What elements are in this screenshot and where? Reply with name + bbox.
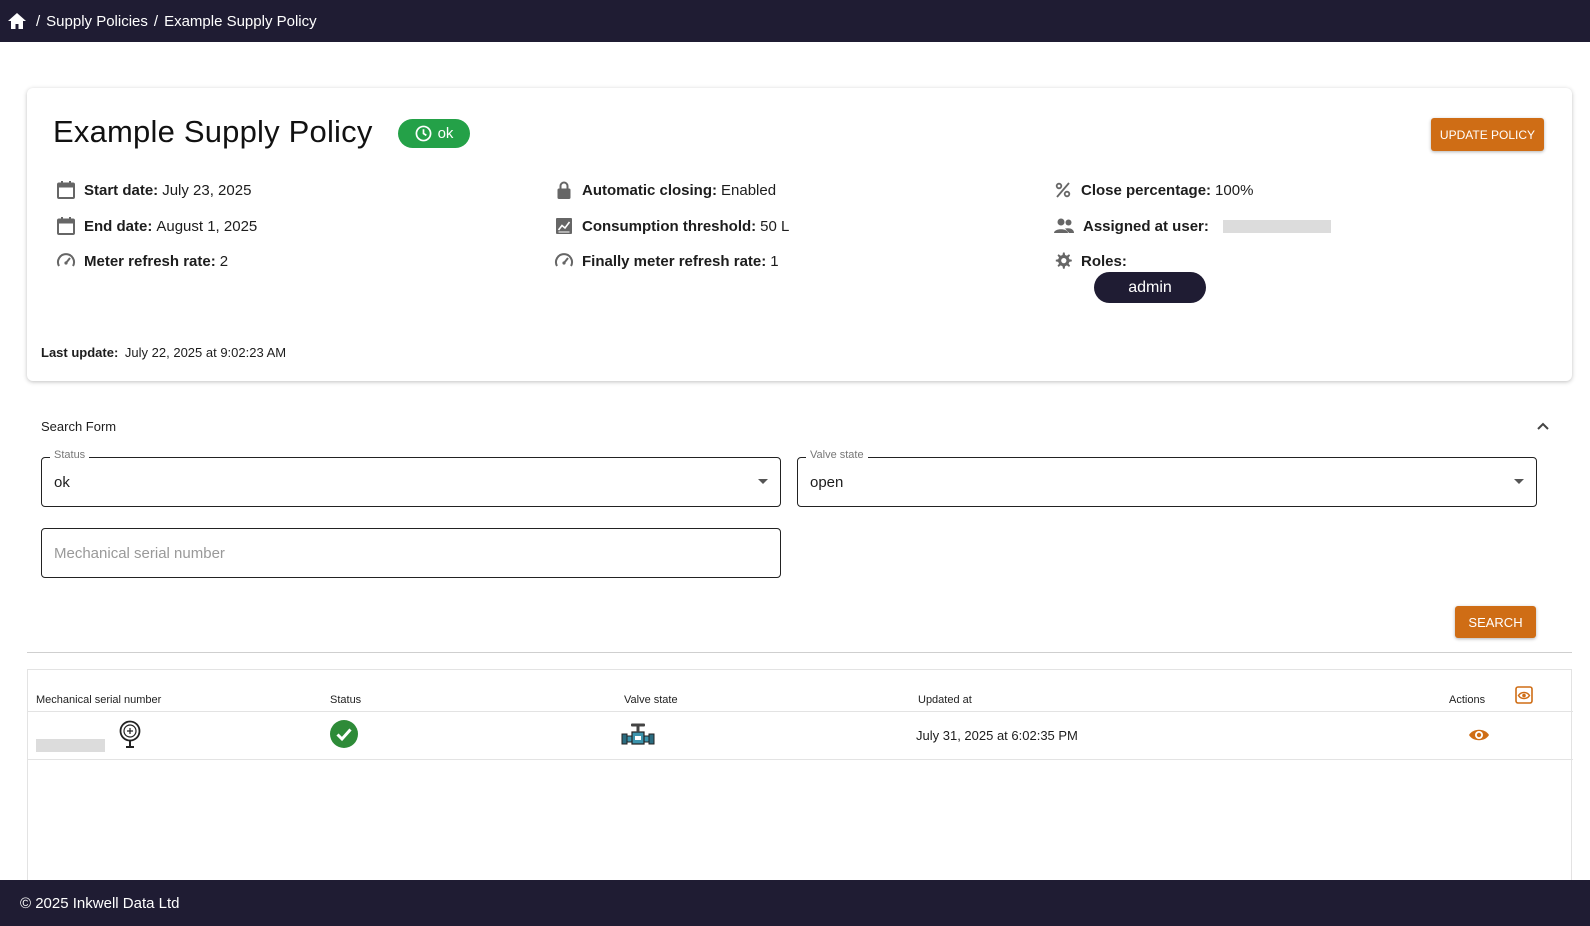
assigned-user-label: Assigned at user:: [1083, 217, 1209, 235]
home-icon[interactable]: [6, 10, 28, 32]
start-date-row: Start date: July 23, 2025: [56, 180, 251, 200]
consumption-threshold-row: Consumption threshold: 50 L: [554, 216, 789, 236]
meter-refresh-value: 2: [219, 252, 229, 270]
search-button[interactable]: SEARCH: [1455, 606, 1536, 638]
column-header-actions: Actions: [1449, 694, 1486, 706]
status-select-label: Status: [50, 449, 90, 461]
update-policy-button[interactable]: UPDATE POLICY: [1431, 118, 1544, 151]
valve-state-select-value: open: [810, 473, 844, 491]
visibility-settings-icon[interactable]: [1515, 686, 1533, 709]
policy-details-card: Example Supply Policy ok UPDATE POLICY S…: [27, 88, 1572, 381]
automatic-closing-value: Enabled: [721, 181, 777, 199]
breadcrumb-separator: /: [153, 12, 159, 30]
last-update-value: July 22, 2025 at 9:02:23 AM: [124, 345, 287, 360]
assigned-user-redacted: [1222, 219, 1331, 233]
column-header-valve-state[interactable]: Valve state: [624, 694, 678, 706]
status-badge-label: ok: [437, 125, 454, 142]
check-circle-icon: [330, 720, 358, 753]
end-date-row: End date: August 1, 2025: [56, 216, 257, 236]
page-title: Example Supply Policy: [53, 114, 373, 149]
close-percentage-value: 100%: [1215, 181, 1254, 199]
clock-icon: [415, 125, 432, 142]
meter-refresh-label: Meter refresh rate:: [84, 252, 216, 270]
view-eye-icon[interactable]: [1468, 727, 1490, 748]
status-badge: ok: [398, 119, 470, 148]
breadcrumb-separator: /: [36, 12, 41, 30]
serial-number-placeholder: Mechanical serial number: [54, 544, 225, 562]
search-form-title: Search Form: [41, 419, 117, 434]
consumption-threshold-label: Consumption threshold:: [582, 217, 757, 235]
assigned-user-row: Assigned at user:: [1053, 216, 1331, 236]
valve-icon: [621, 722, 655, 753]
lock-icon: [557, 181, 571, 199]
users-icon: [1054, 218, 1074, 233]
calendar-icon: [57, 217, 75, 235]
automatic-closing-row: Automatic closing: Enabled: [554, 180, 776, 200]
roles-label: Roles:: [1081, 252, 1127, 270]
end-date-label: End date:: [84, 217, 153, 235]
end-date-value: August 1, 2025: [156, 217, 258, 235]
close-percentage-row: Close percentage: 100%: [1053, 180, 1253, 200]
speedometer-icon: [57, 253, 75, 267]
last-update: Last update: July 22, 2025 at 9:02:23 AM: [41, 345, 286, 360]
caret-down-icon: [758, 479, 768, 484]
final-refresh-value: 1: [770, 252, 779, 270]
final-refresh-row: Finally meter refresh rate: 1: [554, 251, 779, 271]
status-select-value: ok: [54, 473, 70, 491]
serial-number-redacted: [36, 739, 105, 752]
chart-icon: [556, 218, 572, 234]
valve-state-select-label: Valve state: [806, 449, 868, 461]
valve-state-select[interactable]: Valve state open: [797, 449, 1537, 507]
automatic-closing-label: Automatic closing:: [582, 181, 718, 199]
breadcrumb-current: Example Supply Policy: [164, 12, 317, 30]
results-table: Mechanical serial number Status Valve st…: [27, 669, 1573, 880]
column-header-status[interactable]: Status: [330, 694, 361, 706]
last-update-label: Last update:: [41, 345, 119, 360]
breadcrumb-supply-policies[interactable]: Supply Policies: [46, 13, 148, 30]
chevron-up-icon[interactable]: [1536, 418, 1550, 436]
column-header-serial[interactable]: Mechanical serial number: [36, 694, 161, 706]
speedometer-icon: [555, 253, 573, 267]
column-header-updated-at[interactable]: Updated at: [918, 694, 972, 706]
caret-down-icon: [1514, 479, 1524, 484]
breadcrumb: / Supply Policies / Example Supply Polic…: [36, 13, 317, 30]
calendar-icon: [57, 181, 75, 199]
header-divider: [28, 711, 1573, 712]
footer-copyright: © 2025 Inkwell Data Ltd: [20, 894, 180, 912]
role-chip-admin: admin: [1094, 272, 1206, 303]
search-form: Search Form Status ok Valve state open M…: [27, 398, 1572, 653]
close-percentage-label: Close percentage:: [1081, 181, 1212, 199]
gear-icon: [1055, 252, 1072, 269]
start-date-value: July 23, 2025: [162, 181, 252, 199]
final-refresh-label: Finally meter refresh rate:: [582, 252, 767, 270]
percent-icon: [1055, 182, 1071, 198]
meter-icon: [118, 720, 142, 755]
top-bar: / Supply Policies / Example Supply Polic…: [0, 0, 1590, 42]
serial-number-input[interactable]: Mechanical serial number: [41, 528, 781, 578]
row-divider: [28, 759, 1573, 760]
roles-row: Roles:: [1053, 251, 1131, 271]
status-select[interactable]: Status ok: [41, 449, 781, 507]
consumption-threshold-value: 50 L: [760, 217, 790, 235]
footer: © 2025 Inkwell Data Ltd: [0, 880, 1590, 926]
start-date-label: Start date:: [84, 181, 159, 199]
meter-refresh-row: Meter refresh rate: 2: [56, 251, 228, 271]
updated-at-cell: July 31, 2025 at 6:02:35 PM: [916, 728, 1078, 743]
